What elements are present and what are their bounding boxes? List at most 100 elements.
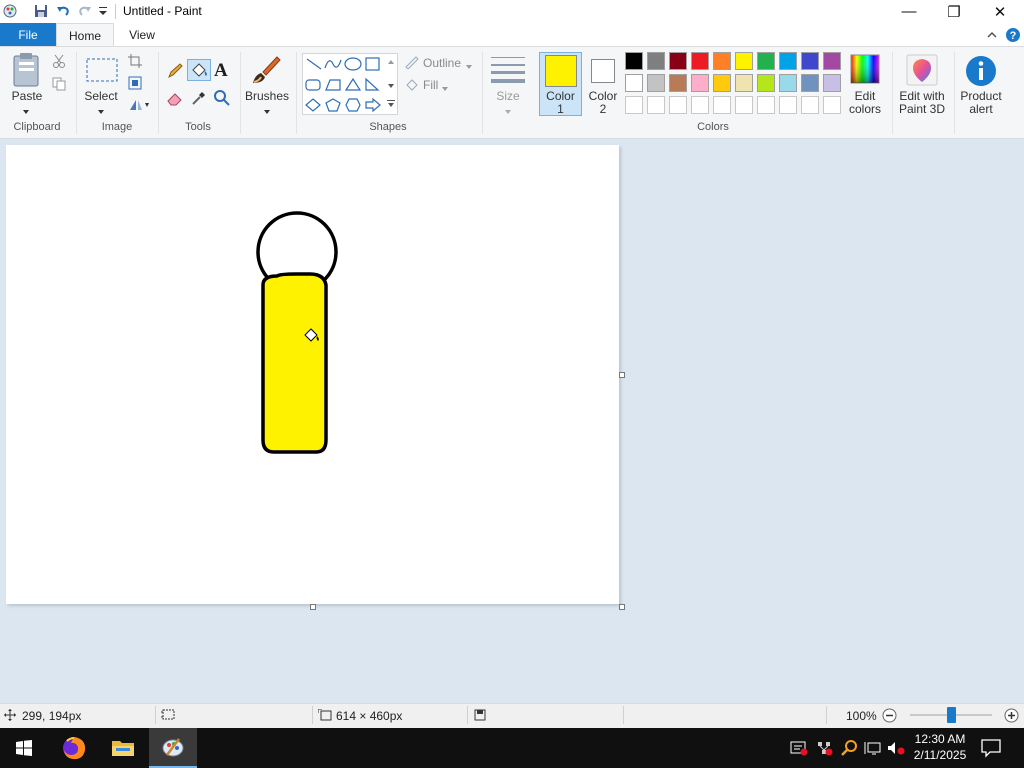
minimize-button[interactable]: —	[886, 0, 932, 23]
custom-color-slot[interactable]	[823, 96, 841, 114]
paste-icon[interactable]	[10, 52, 44, 92]
search-tray-icon[interactable]	[840, 739, 858, 757]
canvas-resize-handle-right[interactable]	[619, 372, 625, 378]
windows-start-icon[interactable]	[0, 728, 48, 768]
file-explorer-icon[interactable]	[99, 728, 147, 768]
canvas-resize-handle-corner[interactable]	[619, 604, 625, 610]
brushes-dropdown-icon[interactable]	[263, 104, 271, 114]
resize-icon[interactable]	[128, 76, 142, 90]
firefox-icon[interactable]	[50, 728, 98, 768]
edit-colors-icon[interactable]	[850, 54, 880, 84]
magnifier-icon[interactable]	[213, 89, 231, 107]
shapes-scroll-icon[interactable]	[386, 56, 396, 112]
custom-color-slot[interactable]	[757, 96, 775, 114]
eraser-icon[interactable]	[166, 89, 184, 107]
shapes-gallery[interactable]	[302, 53, 398, 115]
edit-colors-button[interactable]: Edit colors	[842, 90, 888, 116]
crop-icon[interactable]	[128, 54, 142, 68]
palette-swatch[interactable]	[823, 74, 841, 92]
tab-file[interactable]: File	[0, 23, 56, 47]
palette-swatch[interactable]	[779, 52, 797, 70]
custom-color-slot[interactable]	[691, 96, 709, 114]
custom-color-slot[interactable]	[801, 96, 819, 114]
palette-swatch[interactable]	[757, 74, 775, 92]
undo-icon[interactable]	[55, 3, 71, 19]
paint-taskbar-icon[interactable]	[149, 728, 197, 768]
save-icon[interactable]	[33, 3, 49, 19]
drawing-canvas[interactable]	[6, 145, 619, 604]
palette-swatch[interactable]	[647, 74, 665, 92]
text-icon[interactable]: A	[214, 60, 232, 81]
size-button[interactable]: Size	[488, 90, 528, 103]
canvas-resize-handle-bottom[interactable]	[310, 604, 316, 610]
cut-icon[interactable]	[52, 54, 66, 68]
help-icon[interactable]: ?	[1005, 27, 1021, 43]
product-alert-icon[interactable]	[965, 55, 997, 87]
color2-swatch[interactable]	[591, 59, 615, 83]
rotate-icon[interactable]	[128, 98, 150, 112]
select-icon[interactable]	[86, 56, 118, 84]
restore-button[interactable]: ❐	[931, 0, 977, 23]
display-tray-icon[interactable]	[862, 740, 882, 756]
collapse-ribbon-icon[interactable]	[985, 28, 999, 42]
brush-icon[interactable]	[249, 53, 283, 89]
palette-swatch[interactable]	[713, 52, 731, 70]
palette-swatch[interactable]	[647, 52, 665, 70]
redo-icon[interactable]	[77, 3, 93, 19]
select-dropdown-icon[interactable]	[97, 104, 105, 114]
custom-color-slot[interactable]	[669, 96, 687, 114]
zoom-slider-thumb[interactable]	[947, 707, 956, 723]
brushes-button[interactable]: Brushes	[243, 90, 291, 103]
zoom-in-icon[interactable]	[1004, 708, 1019, 723]
paint-app-icon[interactable]	[2, 3, 18, 19]
copy-icon[interactable]	[52, 77, 66, 91]
paste-dropdown-icon[interactable]	[22, 104, 30, 114]
volume-muted-icon[interactable]	[886, 740, 906, 756]
palette-swatch[interactable]	[801, 74, 819, 92]
outline-button[interactable]: Outline	[423, 56, 461, 70]
palette-swatch[interactable]	[735, 74, 753, 92]
fill-icon[interactable]	[404, 77, 420, 91]
custom-color-slot[interactable]	[713, 96, 731, 114]
palette-swatch[interactable]	[691, 52, 709, 70]
palette-swatch[interactable]	[669, 74, 687, 92]
network-tray-icon[interactable]	[814, 739, 834, 757]
palette-swatch[interactable]	[757, 52, 775, 70]
select-button[interactable]: Select	[80, 90, 122, 103]
pencil-icon[interactable]	[166, 62, 184, 80]
security-tray-icon[interactable]	[790, 740, 808, 756]
outline-icon[interactable]	[404, 55, 420, 70]
close-button[interactable]: ✕	[977, 0, 1023, 23]
paste-button[interactable]: Paste	[6, 90, 48, 103]
edit-with-paint3d-button[interactable]: Edit with Paint 3D	[895, 90, 949, 116]
palette-swatch[interactable]	[669, 52, 687, 70]
palette-swatch[interactable]	[691, 74, 709, 92]
tab-home[interactable]: Home	[56, 23, 114, 47]
color2-label[interactable]: Color 2	[582, 90, 624, 116]
palette-swatch[interactable]	[801, 52, 819, 70]
size-dropdown-icon[interactable]	[504, 104, 512, 114]
customize-quick-access-icon[interactable]	[98, 5, 108, 21]
palette-swatch[interactable]	[625, 52, 643, 70]
product-alert-button[interactable]: Product alert	[955, 90, 1007, 116]
palette-swatch[interactable]	[625, 74, 643, 92]
tab-view[interactable]: View	[120, 23, 164, 47]
palette-swatch[interactable]	[823, 52, 841, 70]
notification-icon[interactable]	[980, 738, 1002, 758]
custom-color-slot[interactable]	[647, 96, 665, 114]
fill-bucket-icon[interactable]	[187, 59, 211, 81]
fill-button[interactable]: Fill	[423, 78, 438, 92]
custom-color-slot[interactable]	[779, 96, 797, 114]
taskbar-clock[interactable]: 12:30 AM 2/11/2025	[908, 731, 972, 765]
palette-swatch[interactable]	[779, 74, 797, 92]
palette-swatch[interactable]	[713, 74, 731, 92]
outline-dropdown-icon[interactable]	[465, 59, 473, 69]
size-icon[interactable]	[491, 55, 525, 85]
zoom-out-icon[interactable]	[882, 708, 897, 723]
fill-dropdown-icon[interactable]	[441, 81, 449, 91]
paint3d-icon[interactable]	[906, 54, 938, 86]
custom-color-slot[interactable]	[735, 96, 753, 114]
color-picker-icon[interactable]	[190, 89, 208, 107]
custom-color-slot[interactable]	[625, 96, 643, 114]
palette-swatch[interactable]	[735, 52, 753, 70]
